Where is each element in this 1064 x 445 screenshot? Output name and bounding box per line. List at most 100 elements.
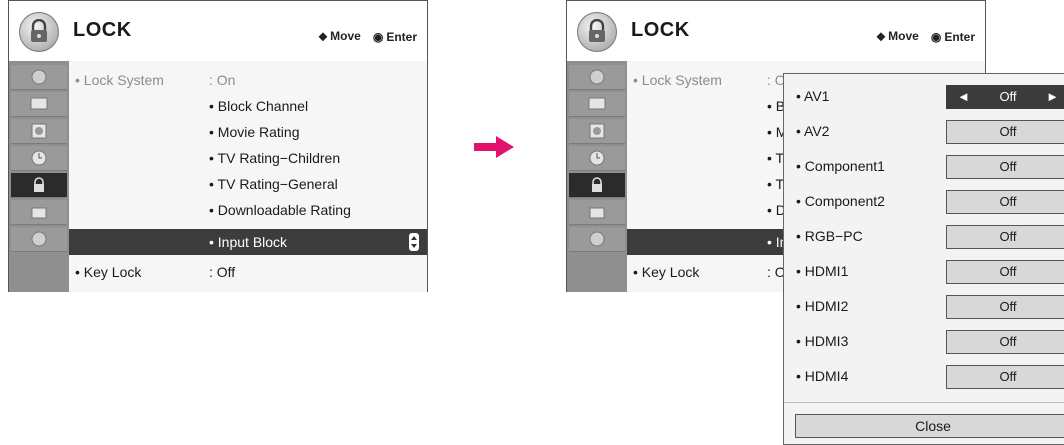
right-arrow-icon	[474, 136, 514, 158]
toolbox-icon	[589, 207, 605, 219]
lock-badge-icon	[19, 12, 59, 52]
value-selector[interactable]: ◄ Off ►	[946, 85, 1064, 109]
lock-icon	[592, 177, 602, 192]
menu-title: LOCK	[631, 19, 690, 41]
block-channel-label: • Block Channel	[209, 98, 309, 114]
row-block-channel[interactable]: • Block Channel	[69, 93, 427, 119]
monitor-icon	[588, 97, 606, 110]
sidebar-item-network[interactable]	[11, 227, 67, 252]
row-tv-rating-children[interactable]: • TV Rating−Children	[69, 145, 427, 171]
popup-row[interactable]: • HDMI4 Off	[784, 360, 1064, 394]
row-tv-rating-general[interactable]: • TV Rating−General	[69, 171, 427, 197]
popup-row[interactable]: • Component1 Off	[784, 150, 1064, 184]
input-label: • AV1	[796, 88, 830, 104]
partial-label: • T	[767, 150, 785, 166]
popup-row[interactable]: • AV2 Off	[784, 115, 1064, 149]
lock-badge-icon	[577, 12, 617, 52]
sidebar-item-option[interactable]	[569, 200, 625, 225]
input-label: • HDMI1	[796, 263, 849, 279]
sidebar-item-display[interactable]	[11, 92, 67, 117]
left-arrow-icon[interactable]: ◄	[957, 86, 970, 108]
popup-row[interactable]: • RGB−PC Off	[784, 220, 1064, 254]
lock-system-value: : On	[209, 72, 236, 88]
hint-enter: Enter	[386, 29, 417, 44]
input-label: • Component2	[796, 193, 885, 209]
sidebar-item-network[interactable]	[569, 227, 625, 252]
sidebar-item-time[interactable]	[11, 146, 67, 171]
sidebar-item-time[interactable]	[569, 146, 625, 171]
partial-label: • T	[767, 176, 785, 192]
key-lock-label: • Key Lock	[75, 264, 142, 280]
input-block-popup: • AV1 ◄ Off ► • AV2 Off • Component1 Off…	[783, 73, 1064, 445]
key-hints: ⬥ Move ◉ Enter	[877, 29, 975, 44]
input-label: • HDMI4	[796, 368, 849, 384]
row-input-block[interactable]: • Input Block	[69, 229, 427, 255]
clock-icon	[31, 150, 47, 166]
popup-row[interactable]: • HDMI1 Off	[784, 255, 1064, 289]
value-selector[interactable]: Off	[946, 260, 1064, 284]
sidebar-item-lock[interactable]	[569, 173, 625, 198]
sidebar-item-display[interactable]	[569, 92, 625, 117]
sidebar-item-option[interactable]	[11, 200, 67, 225]
hint-move: Move	[888, 29, 919, 43]
category-sidebar	[9, 61, 69, 292]
popup-row[interactable]: • HDMI3 Off	[784, 325, 1064, 359]
divider	[784, 402, 1064, 403]
input-label: • HDMI2	[796, 298, 849, 314]
popup-row[interactable]: • Component2 Off	[784, 185, 1064, 219]
move-icon: ⬥	[876, 29, 886, 43]
popup-row[interactable]: • HDMI2 Off	[784, 290, 1064, 324]
lock-system-label: • Lock System	[633, 72, 722, 88]
sidebar-item-picture[interactable]	[569, 65, 625, 90]
value-selector[interactable]: Off	[946, 190, 1064, 214]
enter-icon: ◉	[372, 29, 384, 44]
monitor-icon	[30, 97, 48, 110]
row-movie-rating[interactable]: • Movie Rating	[69, 119, 427, 145]
value-selector[interactable]: Off	[946, 365, 1064, 389]
updown-icon	[409, 233, 419, 251]
value-selector[interactable]: Off	[946, 330, 1064, 354]
key-lock-label: • Key Lock	[633, 264, 700, 280]
sidebar-item-audio[interactable]	[11, 119, 67, 144]
input-label: • AV2	[796, 123, 830, 139]
sidebar-item-picture[interactable]	[11, 65, 67, 90]
sidebar-item-audio[interactable]	[569, 119, 625, 144]
value-selector[interactable]: Off	[946, 225, 1064, 249]
speaker-icon	[31, 123, 47, 139]
value-selector[interactable]: Off	[946, 295, 1064, 319]
row-lock-system[interactable]: • Lock System : On	[69, 67, 427, 93]
toolbox-icon	[31, 207, 47, 219]
value-text: Off	[999, 89, 1017, 104]
hint-move: Move	[330, 29, 361, 43]
globe-icon	[31, 231, 47, 247]
lock-system-label: • Lock System	[75, 72, 164, 88]
menu-title: LOCK	[73, 19, 132, 41]
tv-children-label: • TV Rating−Children	[209, 150, 341, 166]
speaker-icon	[589, 123, 605, 139]
input-label: • RGB−PC	[796, 228, 863, 244]
input-block-label: • Input Block	[209, 234, 288, 250]
globe-icon	[589, 231, 605, 247]
lock-icon	[34, 177, 44, 192]
menu-header: LOCK ⬥ Move ◉ Enter	[567, 1, 985, 61]
popup-row[interactable]: • AV1 ◄ Off ►	[784, 80, 1064, 114]
enter-icon: ◉	[930, 29, 942, 44]
satellite-icon	[589, 69, 605, 85]
menu-content: • Lock System : On • Block Channel • Mov…	[69, 61, 427, 292]
downloadable-label: • Downloadable Rating	[209, 202, 351, 218]
row-key-lock[interactable]: • Key Lock : Off	[69, 259, 427, 285]
key-lock-value: : Off	[209, 264, 236, 280]
right-arrow-icon[interactable]: ►	[1046, 86, 1059, 108]
value-selector[interactable]: Off	[946, 120, 1064, 144]
value-selector[interactable]: Off	[946, 155, 1064, 179]
satellite-icon	[31, 69, 47, 85]
move-icon: ⬥	[318, 29, 328, 43]
hint-enter: Enter	[944, 29, 975, 44]
menu-header: LOCK ⬥ Move ◉ Enter	[9, 1, 427, 61]
row-downloadable-rating[interactable]: • Downloadable Rating	[69, 197, 427, 223]
tv-general-label: • TV Rating−General	[209, 176, 338, 192]
close-button[interactable]: Close	[795, 414, 1064, 438]
movie-rating-label: • Movie Rating	[209, 124, 300, 140]
sidebar-item-lock[interactable]	[11, 173, 67, 198]
clock-icon	[589, 150, 605, 166]
